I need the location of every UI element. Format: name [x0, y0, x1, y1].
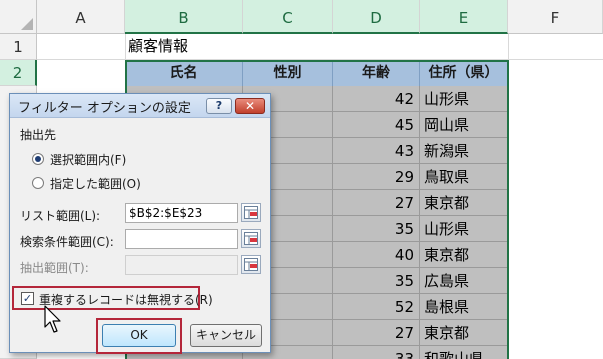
- cell-b1-title[interactable]: 顧客情報: [128, 35, 188, 57]
- extract-section-label: 抽出先: [20, 128, 57, 142]
- data-cell-prefecture[interactable]: 東京都: [420, 190, 508, 216]
- data-cell-age[interactable]: 33: [333, 346, 420, 359]
- mouse-pointer-icon: [44, 305, 61, 333]
- data-cell-age[interactable]: 35: [333, 268, 420, 294]
- data-cell-prefecture[interactable]: 新潟県: [420, 138, 508, 164]
- data-cell-age[interactable]: 40: [333, 242, 420, 268]
- data-cell-age[interactable]: 27: [333, 320, 420, 346]
- list-range-collapse-button[interactable]: [241, 203, 261, 222]
- data-cell-prefecture[interactable]: 和歌山県: [420, 346, 508, 359]
- data-cell-prefecture[interactable]: 岡山県: [420, 112, 508, 138]
- data-cell-age[interactable]: 45: [333, 112, 420, 138]
- list-range-input[interactable]: $B$2:$E$23: [125, 203, 238, 223]
- help-button[interactable]: ?: [206, 98, 232, 114]
- range-select-icon: [244, 206, 258, 219]
- criteria-range-label: 検索条件範囲(C):: [20, 235, 114, 249]
- column-header-c[interactable]: C: [243, 0, 333, 34]
- header-cell-name[interactable]: 氏名: [125, 60, 243, 86]
- radio-in-place-label[interactable]: 選択範囲内(F): [50, 151, 126, 168]
- data-cell-prefecture[interactable]: 島根県: [420, 294, 508, 320]
- row-header-2[interactable]: 2: [0, 60, 37, 86]
- criteria-range-input[interactable]: [125, 229, 238, 249]
- unique-records-checkbox[interactable]: ✓: [21, 292, 34, 305]
- row-header-1[interactable]: 1: [0, 34, 37, 60]
- column-header-f[interactable]: F: [508, 0, 603, 34]
- ok-button[interactable]: OK: [102, 324, 176, 347]
- data-cell-prefecture[interactable]: 山形県: [420, 86, 508, 112]
- data-cell-age[interactable]: 52: [333, 294, 420, 320]
- radio-in-place[interactable]: [32, 153, 44, 165]
- header-cell-prefecture[interactable]: 住所（県）: [420, 60, 508, 86]
- range-select-icon: [244, 232, 258, 245]
- extract-range-input: [125, 255, 238, 275]
- column-header-a[interactable]: A: [37, 0, 125, 34]
- column-header-b[interactable]: B: [125, 0, 243, 34]
- gridline: [508, 34, 509, 359]
- select-all-corner[interactable]: [0, 0, 37, 34]
- data-cell-prefecture[interactable]: 東京都: [420, 242, 508, 268]
- data-cell-prefecture[interactable]: 東京都: [420, 320, 508, 346]
- select-all-triangle-icon: [21, 18, 33, 30]
- data-cell-age[interactable]: 43: [333, 138, 420, 164]
- data-cell-prefecture[interactable]: 鳥取県: [420, 164, 508, 190]
- data-cell-age[interactable]: 42: [333, 86, 420, 112]
- list-range-label: リスト範囲(L):: [20, 209, 101, 223]
- range-select-icon: [244, 258, 258, 271]
- data-cell-age[interactable]: 29: [333, 164, 420, 190]
- data-cell-prefecture[interactable]: 広島県: [420, 268, 508, 294]
- unique-records-label[interactable]: 重複するレコードは無視する(R): [39, 291, 213, 308]
- cancel-button[interactable]: キャンセル: [190, 324, 262, 347]
- extract-range-label: 抽出範囲(T):: [20, 261, 89, 275]
- criteria-range-collapse-button[interactable]: [241, 229, 261, 248]
- header-cell-gender[interactable]: 性別: [243, 60, 333, 86]
- column-header-d[interactable]: D: [333, 0, 420, 34]
- dialog-titlebar[interactable]: フィルター オプションの設定 ? ✕: [10, 94, 270, 118]
- column-header-e[interactable]: E: [420, 0, 508, 34]
- close-button[interactable]: ✕: [235, 98, 265, 114]
- extract-range-collapse-button: [241, 255, 261, 274]
- data-cell-age[interactable]: 27: [333, 190, 420, 216]
- radio-other-location-label[interactable]: 指定した範囲(O): [50, 175, 141, 192]
- dialog-title: フィルター オプションの設定: [18, 101, 191, 116]
- radio-other-location[interactable]: [32, 177, 44, 189]
- data-cell-prefecture[interactable]: 山形県: [420, 216, 508, 242]
- header-cell-age[interactable]: 年齢: [333, 60, 420, 86]
- data-cell-age[interactable]: 35: [333, 216, 420, 242]
